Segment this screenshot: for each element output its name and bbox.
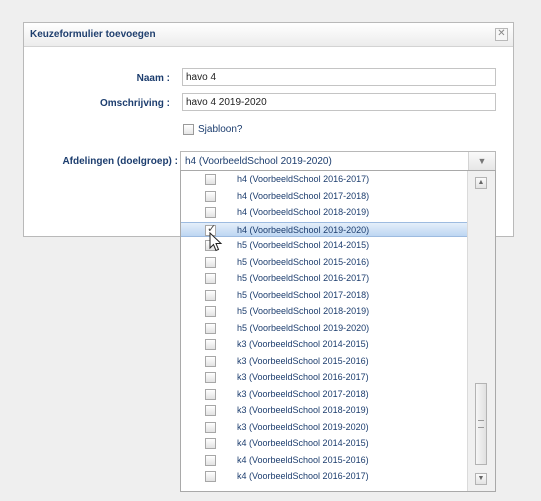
sjabloon-checkbox[interactable] bbox=[183, 124, 194, 135]
option-label: h5 (VoorbeeldSchool 2015-2016) bbox=[237, 256, 370, 267]
option-checkbox[interactable] bbox=[205, 454, 216, 466]
option-label: h5 (VoorbeeldSchool 2018-2019) bbox=[237, 306, 370, 316]
close-icon[interactable]: ✕ bbox=[495, 28, 508, 41]
dropdown-option[interactable]: ✓ h4 (VoorbeeldSchool 2019-2020) bbox=[181, 221, 469, 237]
dropdown-scrollbar[interactable]: ▲ ▼ bbox=[467, 171, 495, 491]
option-checkbox[interactable] bbox=[205, 372, 216, 383]
afdelingen-select[interactable]: h4 (VoorbeeldSchool 2019-2020) ▼ bbox=[180, 151, 496, 171]
option-checkbox[interactable] bbox=[205, 322, 216, 334]
dropdown-option[interactable]: h5 (VoorbeeldSchool 2019-2020) bbox=[181, 321, 469, 336]
dropdown-option[interactable]: k3 (VoorbeeldSchool 2014-2015) bbox=[181, 337, 469, 352]
dialog-titlebar: Keuzeformulier toevoegen bbox=[24, 23, 513, 47]
dropdown-option[interactable]: k3 (VoorbeeldSchool 2018-2019) bbox=[181, 403, 469, 418]
dropdown-option[interactable]: h5 (VoorbeeldSchool 2016-2017) bbox=[181, 271, 469, 286]
option-label: h4 (VoorbeeldSchool 2017-2018) bbox=[237, 190, 370, 201]
dropdown-option[interactable]: k4 (VoorbeeldSchool 2016-2017) bbox=[181, 469, 469, 484]
omschrijving-input[interactable] bbox=[182, 93, 496, 111]
option-checkbox[interactable] bbox=[205, 207, 216, 218]
option-label: h5 (VoorbeeldSchool 2016-2017) bbox=[237, 273, 370, 283]
option-label: k4 (VoorbeeldSchool 2016-2017) bbox=[237, 471, 369, 481]
scroll-up-arrow-icon[interactable]: ▲ bbox=[475, 177, 487, 189]
option-checkbox[interactable] bbox=[205, 306, 216, 317]
afdelingen-selected-value: h4 (VoorbeeldSchool 2019-2020) bbox=[185, 156, 332, 167]
option-label: k3 (VoorbeeldSchool 2014-2015) bbox=[237, 339, 369, 349]
option-label: k3 (VoorbeeldSchool 2018-2019) bbox=[237, 405, 369, 415]
option-label: k3 (VoorbeeldSchool 2019-2020) bbox=[237, 421, 369, 432]
option-checkbox[interactable] bbox=[205, 273, 216, 284]
dropdown-option[interactable]: k3 (VoorbeeldSchool 2016-2017) bbox=[181, 370, 469, 385]
dropdown-option[interactable]: k4 (VoorbeeldSchool 2014-2015) bbox=[181, 436, 469, 451]
dropdown-option[interactable]: k3 (VoorbeeldSchool 2017-2018) bbox=[181, 387, 469, 402]
option-checkbox[interactable] bbox=[205, 190, 216, 202]
option-label: k3 (VoorbeeldSchool 2015-2016) bbox=[237, 355, 369, 366]
dropdown-option[interactable]: h5 (VoorbeeldSchool 2018-2019) bbox=[181, 304, 469, 319]
dropdown-option[interactable]: h4 (VoorbeeldSchool 2018-2019) bbox=[181, 205, 469, 220]
option-checkbox[interactable] bbox=[205, 355, 216, 367]
option-label: h5 (VoorbeeldSchool 2019-2020) bbox=[237, 322, 370, 333]
dropdown-option[interactable]: h5 (VoorbeeldSchool 2017-2018) bbox=[181, 288, 469, 303]
option-label: h4 (VoorbeeldSchool 2018-2019) bbox=[237, 207, 370, 217]
option-label: k4 (VoorbeeldSchool 2015-2016) bbox=[237, 454, 369, 465]
dropdown-option[interactable]: h5 (VoorbeeldSchool 2014-2015) bbox=[181, 238, 469, 253]
option-checkbox[interactable] bbox=[205, 339, 216, 350]
dialog-title: Keuzeformulier toevoegen bbox=[30, 29, 156, 40]
afdelingen-label: Afdelingen (doelgroep) : bbox=[62, 156, 178, 167]
omschrijving-label: Omschrijving : bbox=[99, 98, 170, 109]
option-checkbox[interactable] bbox=[205, 256, 216, 268]
sjabloon-label: Sjabloon? bbox=[198, 124, 243, 135]
option-checkbox[interactable] bbox=[205, 438, 216, 449]
option-label: h5 (VoorbeeldSchool 2017-2018) bbox=[237, 289, 370, 300]
option-label: h4 (VoorbeeldSchool 2016-2017) bbox=[237, 174, 370, 184]
option-checkbox[interactable] bbox=[205, 421, 216, 433]
mouse-pointer-icon bbox=[209, 232, 223, 252]
option-checkbox[interactable] bbox=[205, 289, 216, 301]
dropdown-option[interactable]: k3 (VoorbeeldSchool 2019-2020) bbox=[181, 420, 469, 435]
afdelingen-dropdown-list[interactable]: h4 (VoorbeeldSchool 2016-2017) h4 (Voorbe… bbox=[180, 170, 496, 492]
dropdown-option[interactable]: h4 (VoorbeeldSchool 2017-2018) bbox=[181, 189, 469, 204]
option-checkbox[interactable] bbox=[205, 388, 216, 400]
dropdown-option[interactable]: k4 (VoorbeeldSchool 2015-2016) bbox=[181, 453, 469, 468]
option-checkbox[interactable] bbox=[205, 405, 216, 416]
dropdown-option[interactable]: h5 (VoorbeeldSchool 2015-2016) bbox=[181, 255, 469, 270]
naam-label: Naam : bbox=[136, 73, 170, 84]
option-checkbox[interactable] bbox=[205, 471, 216, 482]
dropdown-option[interactable]: h4 (VoorbeeldSchool 2016-2017) bbox=[181, 172, 469, 187]
option-label: k4 (VoorbeeldSchool 2014-2015) bbox=[237, 438, 369, 448]
option-checkbox[interactable] bbox=[205, 174, 216, 185]
dropdown-option[interactable]: k3 (VoorbeeldSchool 2015-2016) bbox=[181, 354, 469, 369]
option-label: h5 (VoorbeeldSchool 2014-2015) bbox=[237, 240, 370, 250]
naam-input[interactable] bbox=[182, 68, 496, 86]
option-label: h4 (VoorbeeldSchool 2019-2020) bbox=[237, 224, 370, 235]
scrollbar-thumb[interactable] bbox=[475, 383, 487, 465]
scroll-down-arrow-icon[interactable]: ▼ bbox=[475, 473, 487, 485]
chevron-down-icon[interactable]: ▼ bbox=[468, 152, 495, 170]
option-label: k3 (VoorbeeldSchool 2016-2017) bbox=[237, 372, 369, 382]
option-label: k3 (VoorbeeldSchool 2017-2018) bbox=[237, 388, 369, 399]
